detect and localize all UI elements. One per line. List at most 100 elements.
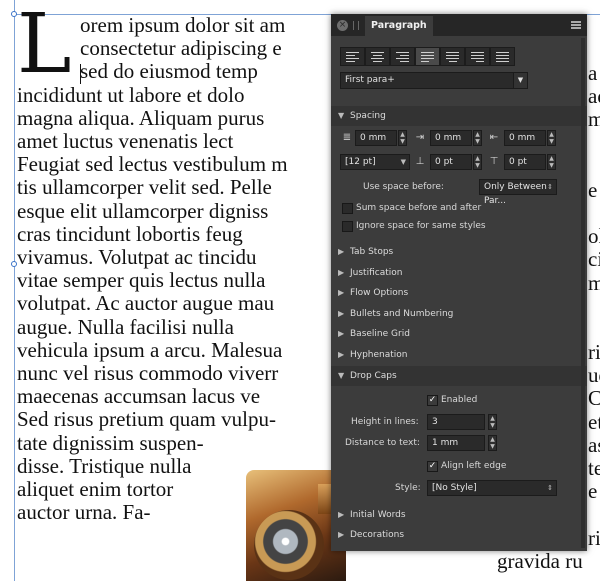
text-line: tis ullamcorper velit sed. Pelle — [17, 175, 272, 200]
updown-chevron-icon: ⇕ — [547, 183, 553, 191]
height-in-lines-stepper[interactable]: ▲ ▼ — [488, 414, 497, 430]
close-icon[interactable]: × — [337, 20, 348, 31]
sum-space-checkbox[interactable] — [342, 203, 353, 214]
paragraph-style-value: First para+ — [345, 75, 395, 85]
updown-chevron-icon: ⇕ — [547, 484, 553, 492]
space-before-stepper[interactable]: ▲ ▼ — [473, 154, 482, 170]
space-before-field[interactable]: 0 pt — [430, 154, 472, 170]
distance-to-text-label: Distance to text: — [345, 438, 420, 448]
text-line: magna aliqua. Aliquam purus — [17, 105, 265, 130]
text-line-fragment: ter — [588, 456, 600, 480]
text-line: tate dignissim suspen- — [17, 430, 204, 455]
paragraph-style-select[interactable]: First para+ ▼ — [340, 72, 528, 89]
section-drop-caps[interactable]: ▼ Drop Caps — [331, 366, 587, 386]
drop-cap-letter: L — [17, 0, 72, 92]
drop-caps-enabled-checkbox[interactable]: ✓ — [427, 395, 438, 406]
text-line: maecenas accumsan lacus ve — [17, 384, 261, 409]
height-in-lines-label: Height in lines: — [351, 417, 419, 427]
align-center-button[interactable] — [365, 47, 390, 66]
text-line-fragment: a — [588, 61, 598, 85]
use-space-before-value: Only Between Par... — [484, 182, 547, 206]
text-line: vitae semper quis lectus nulla — [17, 268, 266, 293]
section-initial-words[interactable]: ▶ Initial Words — [331, 505, 587, 525]
space-before-icon: ⊥ — [415, 156, 425, 167]
section-baseline-grid[interactable]: ▶ Baseline Grid — [331, 324, 587, 344]
text-line: augue. Nulla facilisi nulla — [17, 314, 234, 339]
ignore-space-checkbox[interactable] — [342, 221, 353, 232]
collapsed-triangle-icon: ▶ — [338, 510, 345, 519]
text-line-fragment: ue — [588, 363, 600, 387]
left-indent-field[interactable]: 0 mm — [355, 130, 397, 146]
panel-scrollbar[interactable] — [581, 38, 585, 548]
text-line: cras tincidunt lobortis feug — [17, 221, 243, 246]
drop-cap-style-label: Style: — [395, 483, 421, 493]
text-line: orem ipsum dolor sit am — [80, 13, 286, 37]
section-tab-stops[interactable]: ▶ Tab Stops — [331, 242, 587, 262]
section-flow-options[interactable]: ▶ Flow Options — [331, 283, 587, 303]
expanded-triangle-icon: ▼ — [338, 371, 345, 380]
section-decorations[interactable]: ▶ Decorations — [331, 525, 587, 545]
first-line-indent-field[interactable]: 0 mm — [430, 130, 472, 146]
text-line: amet luctus venenatis lect — [17, 129, 234, 153]
text-line-fragment: ris — [588, 526, 600, 550]
left-indent-stepper[interactable]: ▲ ▼ — [398, 130, 407, 146]
text-line-fragment: gravida ru — [497, 549, 583, 573]
use-space-before-select[interactable]: Only Between Par... ⇕ — [479, 179, 557, 206]
drop-cap-style-select[interactable]: [No Style] ⇕ — [427, 480, 557, 496]
collapsed-triangle-icon: ▶ — [338, 247, 345, 256]
text-line-fragment: e — [588, 178, 598, 202]
text-line: Sed risus pretium quam vulpu- — [17, 407, 276, 432]
section-spacing-label: Spacing — [350, 111, 386, 121]
space-after-stepper[interactable]: ▲ ▼ — [547, 154, 556, 170]
first-line-indent-stepper[interactable]: ▲ ▼ — [473, 130, 482, 146]
drop-cap-style-value: [No Style] — [432, 483, 477, 493]
collapsed-triangle-icon: ▶ — [338, 530, 345, 539]
right-indent-field[interactable]: 0 mm — [504, 130, 546, 146]
align-right-button[interactable] — [390, 47, 415, 66]
tab-paragraph[interactable]: Paragraph — [365, 16, 433, 36]
section-hyphenation-label: Hyphenation — [350, 350, 408, 360]
panel-menu-icon[interactable] — [571, 21, 581, 29]
text-line-fragment: ma — [588, 271, 600, 295]
section-tab-stops-label: Tab Stops — [350, 247, 394, 257]
chevron-down-icon: ▼ — [513, 73, 527, 88]
section-justification[interactable]: ▶ Justification — [331, 263, 587, 283]
section-drop-caps-label: Drop Caps — [350, 371, 397, 381]
text-line-fragment: adi — [588, 84, 600, 108]
justify-center-button[interactable] — [440, 47, 465, 66]
section-bullets-numbering[interactable]: ▶ Bullets and Numbering — [331, 304, 587, 324]
text-line: sed do eiusmod temp — [80, 59, 258, 84]
first-line-indent-icon: ⇥ — [415, 132, 425, 143]
text-line-fragment: as — [588, 433, 600, 457]
leading-field[interactable]: [12 pt] ▼ — [340, 154, 410, 170]
text-line-fragment: e — [588, 479, 598, 503]
space-after-icon: ⊤ — [489, 156, 499, 167]
text-line: Feugiat sed lectus vestibulum m — [17, 152, 288, 177]
text-line-fragment: et — [588, 410, 600, 434]
chevron-down-icon: ▼ — [400, 158, 406, 166]
sum-space-label: Sum space before and after — [356, 203, 482, 213]
justify-right-button[interactable] — [465, 47, 490, 66]
leading-value: [12 pt] — [345, 157, 376, 167]
height-in-lines-field[interactable]: 3 — [427, 414, 485, 430]
section-spacing[interactable]: ▼ Spacing — [331, 106, 587, 126]
grip-icon[interactable] — [353, 21, 359, 30]
justify-all-button[interactable] — [490, 47, 515, 66]
panel-header: × Paragraph — [331, 14, 587, 36]
align-left-button[interactable] — [340, 47, 365, 66]
text-line: esque elit ullamcorper digniss — [17, 198, 269, 223]
text-line-fragment: ric — [588, 340, 600, 364]
distance-to-text-stepper[interactable]: ▲ ▼ — [488, 435, 497, 451]
drop-caps-enabled-label: Enabled — [441, 395, 478, 405]
distance-to-text-field[interactable]: 1 mm — [427, 435, 485, 451]
text-line-fragment: olu — [588, 224, 600, 248]
text-line: aliquet enim tortor — [17, 477, 174, 501]
section-hyphenation[interactable]: ▶ Hyphenation — [331, 345, 587, 365]
collapsed-triangle-icon: ▶ — [338, 309, 345, 318]
space-after-field[interactable]: 0 pt — [504, 154, 546, 170]
right-indent-stepper[interactable]: ▲ ▼ — [547, 130, 556, 146]
right-indent-icon: ⇤ — [489, 132, 499, 143]
align-left-edge-checkbox[interactable]: ✓ — [427, 461, 438, 472]
justify-left-button[interactable] — [415, 47, 440, 66]
text-line: consectetur adipiscing e — [80, 36, 282, 61]
